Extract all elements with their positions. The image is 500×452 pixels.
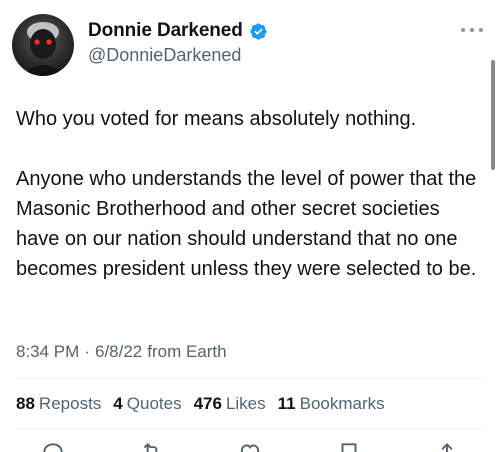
more-dot (461, 28, 465, 32)
stat-quotes[interactable]: 4 Quotes (113, 394, 181, 414)
author-handle[interactable]: @DonnieDarkened (88, 45, 241, 66)
verified-badge-icon[interactable] (249, 22, 268, 41)
share-icon[interactable] (434, 440, 460, 452)
tweet-meta: 8:34 PM · 6/8/22 from Earth (16, 342, 227, 362)
author-name-row: Donnie Darkened (88, 20, 268, 42)
tweet-paragraph: Anyone who understands the level of powe… (16, 168, 477, 280)
stat-label: Quotes (126, 394, 182, 413)
reply-icon[interactable] (40, 440, 66, 452)
tweet-time[interactable]: 8:34 PM (16, 342, 79, 362)
stat-label: Likes (225, 394, 266, 413)
like-icon[interactable] (237, 440, 263, 452)
avatar[interactable] (12, 14, 74, 76)
more-dot (479, 28, 483, 32)
stat-label: Bookmarks (299, 394, 385, 413)
tweet-text: Who you voted for means absolutely nothi… (16, 104, 486, 284)
stat-count: 88 (16, 394, 35, 413)
scrollbar[interactable] (491, 60, 495, 170)
stat-count: 4 (113, 394, 123, 413)
more-options-icon[interactable] (461, 22, 483, 38)
stat-count: 476 (193, 394, 222, 413)
stat-reposts[interactable]: 88 Reposts (16, 394, 101, 414)
stat-bookmarks[interactable]: 11 Bookmarks (278, 394, 385, 414)
stat-label: Reposts (38, 394, 102, 413)
display-name[interactable]: Donnie Darkened (88, 20, 243, 42)
meta-separator: · (84, 342, 90, 361)
more-dot (470, 28, 474, 32)
bookmark-icon[interactable] (336, 440, 362, 452)
stat-likes[interactable]: 476 Likes (194, 394, 266, 414)
stat-count: 11 (277, 394, 296, 413)
tweet-paragraph: Who you voted for means absolutely nothi… (16, 108, 417, 130)
avatar-image (22, 22, 64, 76)
tweet-detail: Donnie Darkened @DonnieDarkened Who you … (0, 0, 500, 452)
repost-icon[interactable] (139, 440, 165, 452)
divider (16, 378, 484, 379)
engagement-stats: 88 Reposts 4 Quotes 476 Likes 11 Bookmar… (16, 394, 385, 414)
tweet-source: from Earth (147, 342, 227, 361)
tweet-date[interactable]: 6/8/22 (95, 342, 142, 362)
divider (16, 428, 484, 429)
tweet-actions (40, 440, 460, 452)
